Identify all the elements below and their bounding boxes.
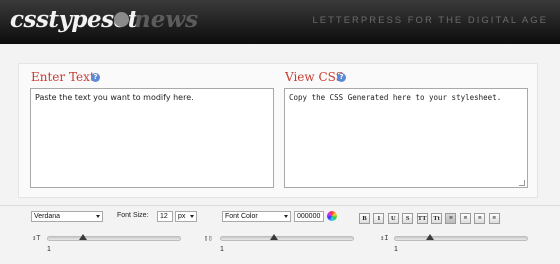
line-height-thumb[interactable] [426, 234, 435, 240]
font-size-unit-select[interactable]: px [175, 211, 197, 222]
letter-spacing-icon: ↕T [32, 234, 41, 242]
logo-dot-icon [114, 12, 129, 27]
font-color-input[interactable]: 000000 [294, 211, 324, 222]
view-css-title: View CSS [285, 70, 344, 84]
line-height-icon: ↕I [380, 234, 389, 242]
view-css-help-icon[interactable]: ? [337, 73, 346, 82]
word-spacing-icon: ▯▯ [204, 234, 213, 242]
bold-button[interactable]: B [359, 213, 370, 224]
line-height-track[interactable] [394, 236, 528, 241]
enter-text-help-icon[interactable]: ? [91, 73, 100, 82]
align-center-button[interactable]: ≡ [459, 213, 471, 224]
font-family-select[interactable]: Verdana [31, 211, 103, 222]
word-spacing-thumb[interactable] [269, 234, 278, 240]
italic-button[interactable]: I [373, 213, 385, 224]
uppercase-button[interactable]: TT [416, 213, 428, 224]
logo-news-label[interactable]: news [134, 6, 198, 33]
word-spacing-value: 1 [220, 246, 224, 253]
enter-text-input[interactable]: Paste the text you want to modify here. [30, 88, 274, 188]
align-right-button[interactable]: ≡ [474, 213, 486, 224]
word-spacing-track[interactable] [220, 236, 354, 241]
resize-grip-icon[interactable] [519, 180, 525, 186]
css-output-textarea[interactable]: Copy the CSS Generated here to your styl… [284, 88, 528, 188]
font-color-label: Font Color [225, 213, 258, 220]
align-justify-button[interactable]: ≡ [488, 213, 500, 224]
letter-spacing-thumb[interactable] [79, 234, 88, 240]
enter-text-title: Enter Text [31, 70, 95, 84]
line-height-value: 1 [394, 246, 398, 253]
chevron-down-icon [284, 215, 288, 218]
strikethrough-button[interactable]: S [402, 213, 414, 224]
underline-button[interactable]: U [387, 213, 399, 224]
site-header: csstypeset news LETTERPRESS FOR THE DIGI… [0, 0, 560, 44]
chevron-down-icon [190, 215, 194, 218]
font-family-value: Verdana [34, 213, 61, 220]
chevron-down-icon [96, 215, 100, 218]
font-size-unit-value: px [178, 213, 186, 220]
capitalize-button[interactable]: Tt [431, 213, 442, 224]
site-tagline: LETTERPRESS FOR THE DIGITAL AGE [312, 15, 548, 26]
color-picker-icon[interactable] [327, 211, 337, 221]
font-color-select[interactable]: Font Color [222, 211, 291, 222]
letter-spacing-track[interactable] [47, 236, 181, 241]
align-left-button[interactable]: ≡ [445, 213, 457, 224]
font-size-input[interactable]: 12 [157, 211, 173, 222]
letter-spacing-value: 1 [47, 246, 51, 253]
font-size-label: Font Size: [117, 212, 149, 219]
